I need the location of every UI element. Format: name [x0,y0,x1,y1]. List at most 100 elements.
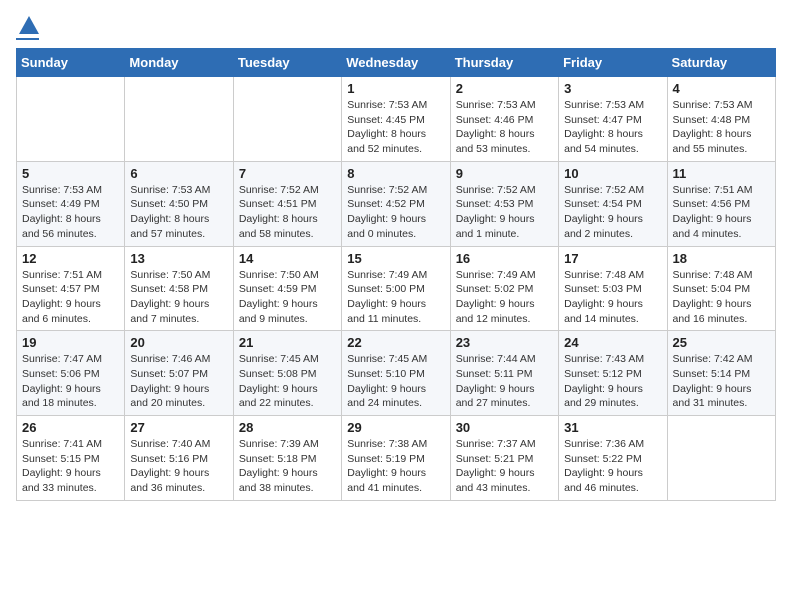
calendar-cell: 22 Sunrise: 7:45 AM Sunset: 5:10 PM Dayli… [342,331,450,416]
calendar-cell [667,416,775,501]
day-info: Sunrise: 7:48 AM Sunset: 5:04 PM Dayligh… [673,268,770,327]
day-info: Sunrise: 7:52 AM Sunset: 4:52 PM Dayligh… [347,183,444,242]
calendar-cell: 3Sunrise: 7:53 AM Sunset: 4:47 PM Daylig… [559,77,667,162]
day-number: 22 [347,335,444,350]
calendar-cell: 31Sunrise: 7:36 AM Sunset: 5:22 PM Dayli… [559,416,667,501]
calendar-cell: 6 Sunrise: 7:53 AM Sunset: 4:50 PM Daylig… [125,161,233,246]
weekday-header-monday: Monday [125,49,233,77]
calendar-cell: 17Sunrise: 7:48 AM Sunset: 5:03 PM Dayli… [559,246,667,331]
day-info: Sunrise: 7:36 AM Sunset: 5:22 PM Dayligh… [564,437,661,496]
calendar-week-row: 1Sunrise: 7:53 AM Sunset: 4:45 PM Daylig… [17,77,776,162]
day-info: Sunrise: 7:42 AM Sunset: 5:14 PM Dayligh… [673,352,770,411]
logo [16,16,39,40]
day-info: Sunrise: 7:37 AM Sunset: 5:21 PM Dayligh… [456,437,553,496]
day-number: 5 [22,166,119,181]
calendar-table: SundayMondayTuesdayWednesdayThursdayFrid… [16,48,776,501]
day-number: 30 [456,420,553,435]
calendar-cell: 24 Sunrise: 7:43 AM Sunset: 5:12 PM Dayli… [559,331,667,416]
day-info: Sunrise: 7:49 AM Sunset: 5:02 PM Dayligh… [456,268,553,327]
day-number: 4 [673,81,770,96]
day-number: 24 [564,335,661,350]
day-info: Sunrise: 7:45 AM Sunset: 5:08 PM Dayligh… [239,352,336,411]
day-number: 8 [347,166,444,181]
calendar-week-row: 5 Sunrise: 7:53 AM Sunset: 4:49 PM Daylig… [17,161,776,246]
day-info: Sunrise: 7:40 AM Sunset: 5:16 PM Dayligh… [130,437,227,496]
day-info: Sunrise: 7:51 AM Sunset: 4:57 PM Dayligh… [22,268,119,327]
day-info: Sunrise: 7:38 AM Sunset: 5:19 PM Dayligh… [347,437,444,496]
calendar-cell: 4 Sunrise: 7:53 AM Sunset: 4:48 PM Daylig… [667,77,775,162]
day-number: 7 [239,166,336,181]
day-info: Sunrise: 7:49 AM Sunset: 5:00 PM Dayligh… [347,268,444,327]
calendar-cell: 7Sunrise: 7:52 AM Sunset: 4:51 PM Daylig… [233,161,341,246]
day-info: Sunrise: 7:41 AM Sunset: 5:15 PM Dayligh… [22,437,119,496]
calendar-cell: 1Sunrise: 7:53 AM Sunset: 4:45 PM Daylig… [342,77,450,162]
logo-underline [16,38,39,40]
day-number: 26 [22,420,119,435]
day-number: 3 [564,81,661,96]
calendar-cell: 28Sunrise: 7:39 AM Sunset: 5:18 PM Dayli… [233,416,341,501]
day-info: Sunrise: 7:50 AM Sunset: 4:59 PM Dayligh… [239,268,336,327]
day-number: 17 [564,251,661,266]
day-number: 15 [347,251,444,266]
calendar-cell: 26 Sunrise: 7:41 AM Sunset: 5:15 PM Dayli… [17,416,125,501]
day-number: 25 [673,335,770,350]
day-number: 27 [130,420,227,435]
day-info: Sunrise: 7:47 AM Sunset: 5:06 PM Dayligh… [22,352,119,411]
day-number: 6 [130,166,227,181]
calendar-cell: 21 Sunrise: 7:45 AM Sunset: 5:08 PM Dayli… [233,331,341,416]
day-number: 12 [22,251,119,266]
calendar-cell: 20Sunrise: 7:46 AM Sunset: 5:07 PM Dayli… [125,331,233,416]
calendar-cell: 10Sunrise: 7:52 AM Sunset: 4:54 PM Dayli… [559,161,667,246]
calendar-cell: 27 Sunrise: 7:40 AM Sunset: 5:16 PM Dayli… [125,416,233,501]
day-info: Sunrise: 7:39 AM Sunset: 5:18 PM Dayligh… [239,437,336,496]
day-info: Sunrise: 7:45 AM Sunset: 5:10 PM Dayligh… [347,352,444,411]
calendar-cell: 14 Sunrise: 7:50 AM Sunset: 4:59 PM Dayli… [233,246,341,331]
calendar-cell [125,77,233,162]
calendar-week-row: 19 Sunrise: 7:47 AM Sunset: 5:06 PM Dayli… [17,331,776,416]
day-number: 10 [564,166,661,181]
day-number: 21 [239,335,336,350]
day-info: Sunrise: 7:53 AM Sunset: 4:48 PM Dayligh… [673,98,770,157]
weekday-header-tuesday: Tuesday [233,49,341,77]
day-number: 11 [673,166,770,181]
calendar-cell: 25 Sunrise: 7:42 AM Sunset: 5:14 PM Dayli… [667,331,775,416]
calendar-cell: 11 Sunrise: 7:51 AM Sunset: 4:56 PM Dayli… [667,161,775,246]
day-info: Sunrise: 7:46 AM Sunset: 5:07 PM Dayligh… [130,352,227,411]
calendar-cell: 2 Sunrise: 7:53 AM Sunset: 4:46 PM Daylig… [450,77,558,162]
weekday-header-saturday: Saturday [667,49,775,77]
page-header [16,16,776,40]
calendar-cell: 9 Sunrise: 7:52 AM Sunset: 4:53 PM Daylig… [450,161,558,246]
day-info: Sunrise: 7:53 AM Sunset: 4:50 PM Dayligh… [130,183,227,242]
day-info: Sunrise: 7:53 AM Sunset: 4:49 PM Dayligh… [22,183,119,242]
weekday-header-thursday: Thursday [450,49,558,77]
calendar-cell: 15 Sunrise: 7:49 AM Sunset: 5:00 PM Dayli… [342,246,450,331]
day-info: Sunrise: 7:44 AM Sunset: 5:11 PM Dayligh… [456,352,553,411]
day-number: 14 [239,251,336,266]
calendar-week-row: 26 Sunrise: 7:41 AM Sunset: 5:15 PM Dayli… [17,416,776,501]
calendar-cell: 23 Sunrise: 7:44 AM Sunset: 5:11 PM Dayli… [450,331,558,416]
calendar-cell: 29Sunrise: 7:38 AM Sunset: 5:19 PM Dayli… [342,416,450,501]
weekday-header-row: SundayMondayTuesdayWednesdayThursdayFrid… [17,49,776,77]
weekday-header-sunday: Sunday [17,49,125,77]
day-number: 9 [456,166,553,181]
day-info: Sunrise: 7:52 AM Sunset: 4:53 PM Dayligh… [456,183,553,242]
calendar-week-row: 12 Sunrise: 7:51 AM Sunset: 4:57 PM Dayli… [17,246,776,331]
weekday-header-friday: Friday [559,49,667,77]
day-info: Sunrise: 7:51 AM Sunset: 4:56 PM Dayligh… [673,183,770,242]
logo-triangle-icon [19,16,39,34]
day-info: Sunrise: 7:43 AM Sunset: 5:12 PM Dayligh… [564,352,661,411]
day-number: 2 [456,81,553,96]
calendar-cell: 13Sunrise: 7:50 AM Sunset: 4:58 PM Dayli… [125,246,233,331]
day-number: 23 [456,335,553,350]
calendar-cell: 30 Sunrise: 7:37 AM Sunset: 5:21 PM Dayli… [450,416,558,501]
day-number: 19 [22,335,119,350]
calendar-cell: 19 Sunrise: 7:47 AM Sunset: 5:06 PM Dayli… [17,331,125,416]
calendar-cell [17,77,125,162]
weekday-header-wednesday: Wednesday [342,49,450,77]
calendar-cell: 18 Sunrise: 7:48 AM Sunset: 5:04 PM Dayli… [667,246,775,331]
day-info: Sunrise: 7:53 AM Sunset: 4:46 PM Dayligh… [456,98,553,157]
day-number: 16 [456,251,553,266]
calendar-cell: 12 Sunrise: 7:51 AM Sunset: 4:57 PM Dayli… [17,246,125,331]
calendar-cell: 16 Sunrise: 7:49 AM Sunset: 5:02 PM Dayli… [450,246,558,331]
day-number: 18 [673,251,770,266]
